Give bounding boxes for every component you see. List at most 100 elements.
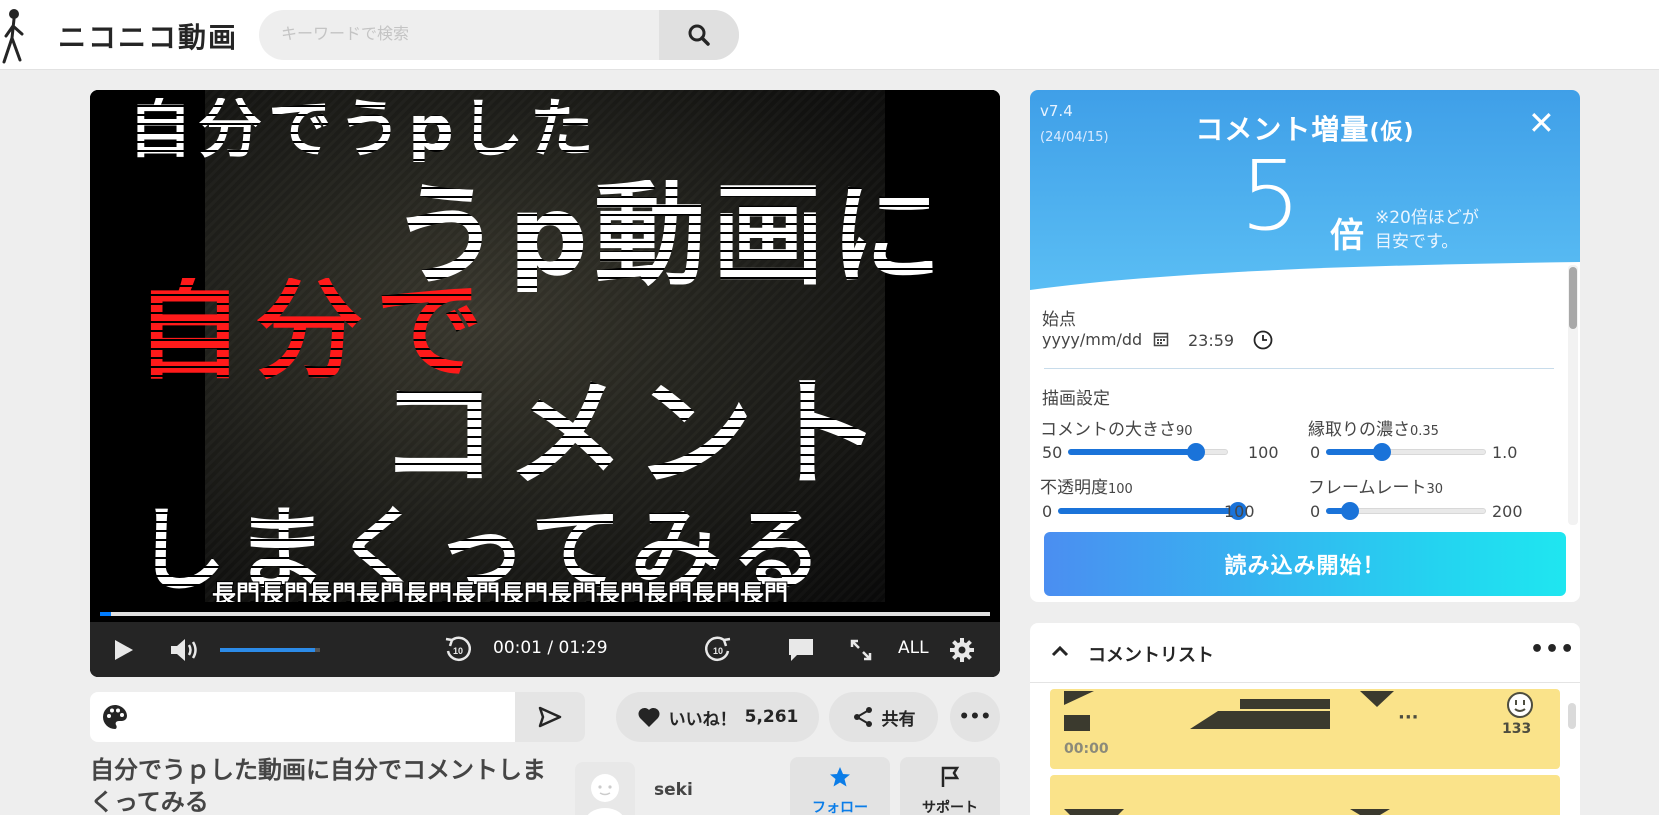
outline-density-slider[interactable] bbox=[1326, 440, 1486, 464]
panel-title: コメント増量(仮) bbox=[1030, 108, 1580, 148]
forward-button[interactable]: 10 bbox=[702, 634, 734, 666]
comment-command-button[interactable] bbox=[90, 692, 140, 742]
niconico-runner-logo-icon[interactable] bbox=[0, 8, 36, 64]
seek-bar[interactable] bbox=[100, 612, 990, 616]
support-button[interactable]: サポート bbox=[900, 757, 1000, 815]
comment-input-bar bbox=[90, 692, 585, 742]
opacity-slider[interactable] bbox=[1058, 499, 1247, 523]
send-icon bbox=[538, 706, 562, 728]
video-caption-line: コメント bbox=[378, 365, 890, 504]
slider-current: 100 bbox=[1108, 482, 1133, 497]
multiplier-value[interactable]: 5 bbox=[1240, 148, 1301, 244]
comment-size-slider[interactable] bbox=[1068, 440, 1228, 464]
share-label: 共有 bbox=[881, 709, 916, 730]
nicoru-icon[interactable] bbox=[1506, 691, 1534, 719]
panel-scrollbar[interactable] bbox=[1568, 265, 1578, 525]
list-item[interactable]: ··· 133 00:00 bbox=[1050, 689, 1560, 769]
frame-rate-slider[interactable] bbox=[1326, 499, 1486, 523]
comment-list-title: コメントリスト bbox=[1088, 645, 1214, 666]
comment-toggle-icon bbox=[789, 639, 813, 661]
comment-time: 00:00 bbox=[1064, 741, 1109, 757]
search-button[interactable] bbox=[659, 10, 739, 60]
seek-progress bbox=[100, 612, 111, 616]
comment-list-header[interactable]: コメントリスト ••• bbox=[1030, 623, 1580, 683]
site-logo[interactable]: ニコニコ動画 bbox=[58, 16, 238, 56]
volume-slider[interactable] bbox=[220, 648, 320, 652]
time-value: 23:59 bbox=[1188, 331, 1235, 350]
header-wave bbox=[1030, 262, 1580, 320]
rewind-button[interactable]: 10 bbox=[442, 634, 474, 666]
calendar-icon[interactable] bbox=[1153, 331, 1169, 347]
avatar-icon bbox=[587, 774, 623, 815]
comment-glyph bbox=[1240, 699, 1330, 709]
multiplier-unit: 倍 bbox=[1330, 216, 1364, 256]
fullscreen-icon bbox=[850, 639, 872, 661]
slider-name: コメントの大きさ bbox=[1040, 420, 1176, 440]
slider-label: 縁取りの濃さ0.35 bbox=[1308, 415, 1439, 440]
volume-level bbox=[220, 648, 315, 652]
heart-icon bbox=[638, 707, 660, 727]
slider-current: 90 bbox=[1176, 424, 1193, 439]
time-display: 00:01 / 01:29 bbox=[493, 638, 608, 658]
slider-max: 100 bbox=[1248, 443, 1279, 462]
start-time-input[interactable]: 23:59 bbox=[1188, 330, 1273, 350]
more-actions-button[interactable]: ••• bbox=[950, 692, 1000, 742]
search-input[interactable] bbox=[259, 10, 659, 60]
settings-button[interactable] bbox=[947, 635, 977, 665]
start-point-label: 始点 bbox=[1042, 310, 1076, 330]
fullscreen-button[interactable] bbox=[846, 635, 876, 665]
render-settings-label: 描画設定 bbox=[1042, 389, 1110, 409]
comment-list-scrollbar[interactable] bbox=[1568, 703, 1576, 729]
comment-input[interactable] bbox=[142, 692, 507, 742]
share-icon bbox=[853, 707, 872, 727]
slider-current: 0.35 bbox=[1410, 424, 1439, 439]
chevron-up-icon[interactable] bbox=[1050, 641, 1070, 661]
video-caption-line: 自分でうpした bbox=[128, 93, 600, 167]
volume-button[interactable] bbox=[168, 635, 202, 665]
scrollbar-thumb[interactable] bbox=[1569, 267, 1577, 329]
slider-min: 0 bbox=[1042, 502, 1053, 521]
play-button[interactable] bbox=[108, 635, 138, 665]
video-player: 自分でうpした うp動画に 自分で コメント しまくってみる 長門長門長門長門長… bbox=[90, 90, 1000, 677]
slider-name: 不透明度 bbox=[1040, 478, 1108, 498]
video-title: 自分でうｐした動画に自分でコメントしまくってみる bbox=[90, 756, 546, 815]
slider-label: 不透明度100 bbox=[1040, 473, 1133, 498]
slider-label: コメントの大きさ90 bbox=[1040, 415, 1193, 440]
slider-min: 0 bbox=[1310, 502, 1321, 521]
start-loading-button[interactable]: 読み込み開始！ bbox=[1044, 532, 1566, 596]
slider-name: 縁取りの濃さ bbox=[1308, 420, 1410, 440]
comment-glyph bbox=[1064, 809, 1124, 815]
like-button[interactable]: いいね！ 5,261 bbox=[616, 692, 819, 742]
slider-name: フレームレート bbox=[1308, 478, 1427, 498]
support-label: サポート bbox=[922, 800, 978, 815]
slider-label: フレームレート30 bbox=[1308, 473, 1443, 498]
player-controls: 10 00:01 / 01:29 10 ALL bbox=[90, 622, 1000, 677]
comment-toggle-button[interactable] bbox=[786, 635, 816, 665]
comment-list-menu-button[interactable]: ••• bbox=[1530, 637, 1575, 662]
list-item[interactable] bbox=[1050, 775, 1560, 815]
comment-glyph bbox=[1190, 711, 1330, 729]
comment-filter-select[interactable]: ALL bbox=[898, 638, 929, 658]
send-comment-button[interactable] bbox=[515, 692, 585, 742]
uploader-avatar[interactable] bbox=[575, 762, 635, 815]
uploader-name[interactable]: seki bbox=[654, 780, 693, 800]
slider-min: 50 bbox=[1042, 443, 1063, 462]
video-screen[interactable]: 自分でうpした うp動画に 自分で コメント しまくってみる 長門長門長門長門長… bbox=[90, 90, 1000, 602]
like-count: 5,261 bbox=[744, 707, 799, 727]
slider-knob[interactable] bbox=[1373, 443, 1391, 461]
forward-10-icon: 10 bbox=[704, 636, 731, 661]
start-date-input[interactable]: yyyy/mm/dd bbox=[1042, 330, 1169, 349]
like-label: いいね！ bbox=[668, 709, 737, 730]
rewind-10-icon: 10 bbox=[445, 636, 472, 661]
follow-label: フォロー bbox=[812, 800, 868, 815]
slider-knob[interactable] bbox=[1341, 502, 1359, 520]
follow-button[interactable]: フォロー bbox=[790, 757, 890, 815]
comment-glyph bbox=[1360, 691, 1394, 707]
comment-more[interactable]: ··· bbox=[1398, 707, 1419, 728]
volume-icon bbox=[171, 639, 197, 661]
svg-text:10: 10 bbox=[453, 646, 463, 656]
close-icon[interactable]: ✕ bbox=[1528, 104, 1555, 142]
share-button[interactable]: 共有 bbox=[829, 692, 938, 742]
slider-knob[interactable] bbox=[1187, 443, 1205, 461]
clock-icon[interactable] bbox=[1253, 330, 1273, 350]
